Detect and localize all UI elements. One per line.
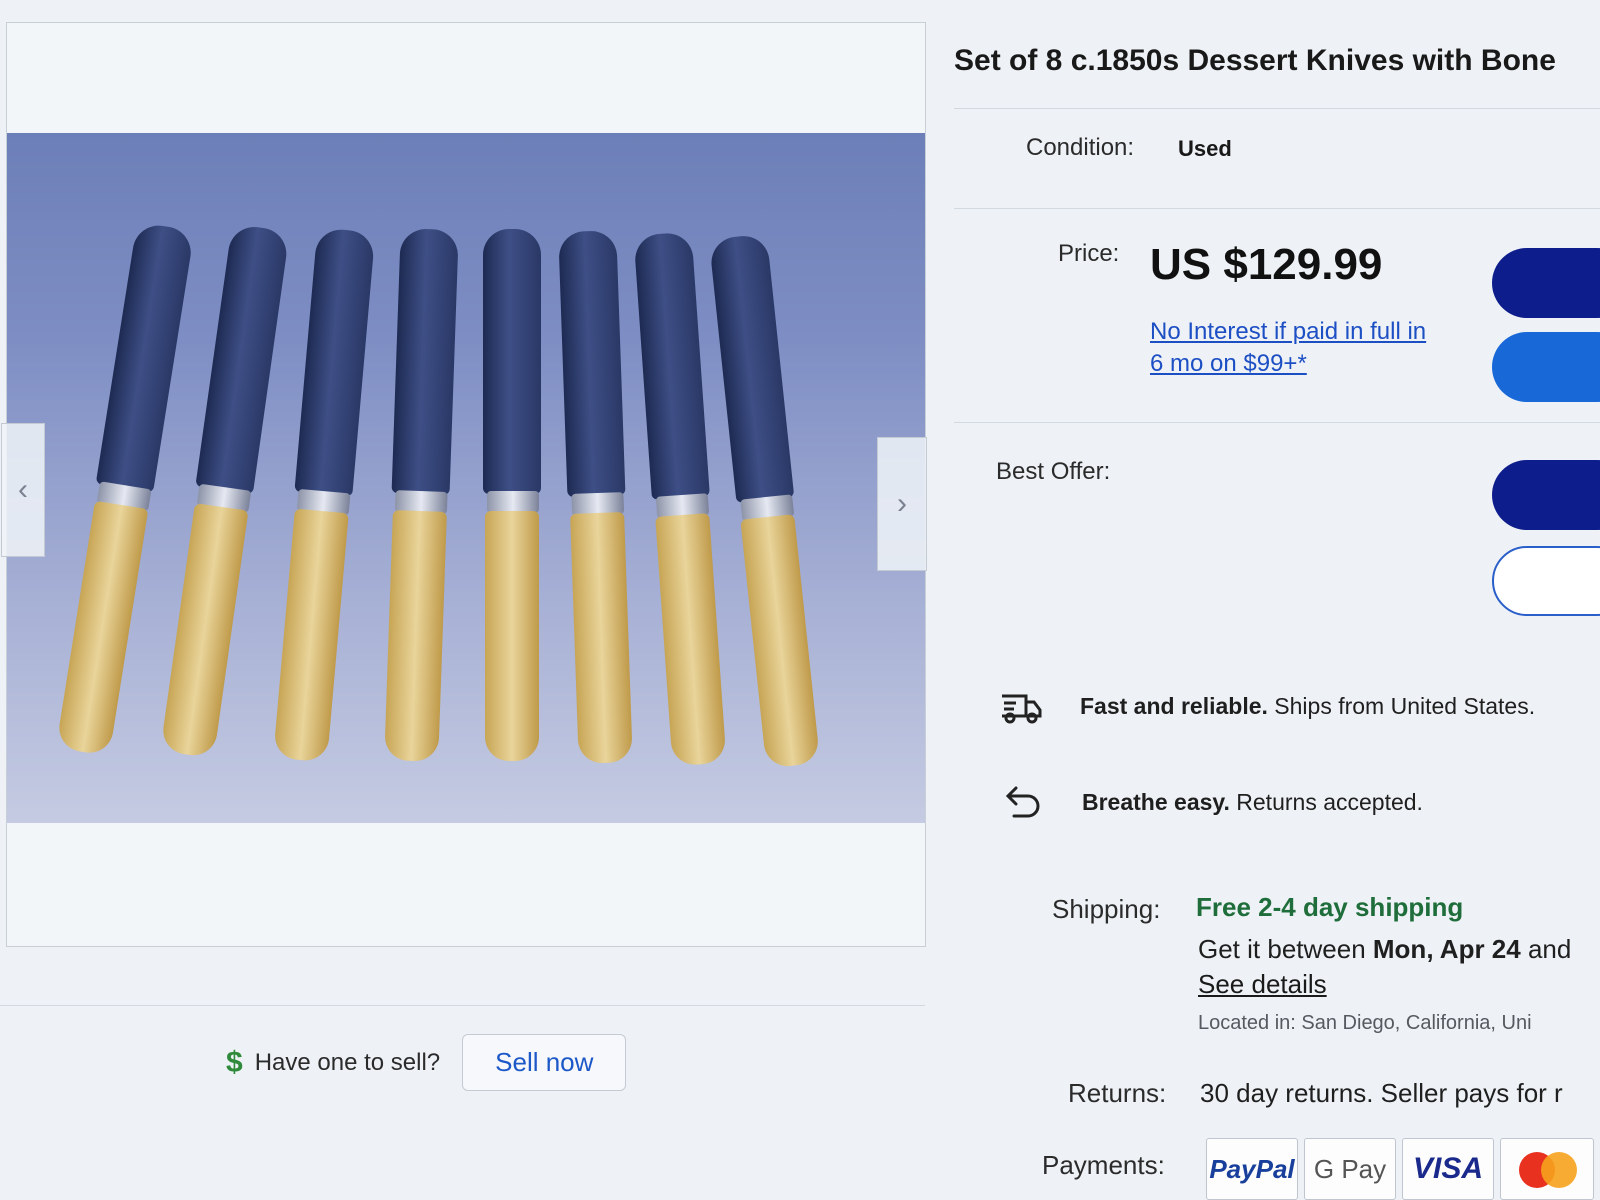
see-details-link[interactable]: See details xyxy=(1198,968,1327,1000)
shipping-label: Shipping: xyxy=(1052,894,1161,924)
price-label: Price: xyxy=(1058,240,1120,267)
divider xyxy=(954,422,1600,423)
buy-it-now-button[interactable] xyxy=(1492,248,1600,318)
truck-icon xyxy=(1002,694,1042,724)
paypal-logo: PayPal xyxy=(1206,1138,1298,1200)
condition-label: Condition: xyxy=(1026,134,1135,161)
dollar-icon: $ xyxy=(226,1045,243,1079)
divider xyxy=(954,108,1600,109)
sell-now-button[interactable]: Sell now xyxy=(462,1034,627,1091)
chevron-right-icon: › xyxy=(897,487,907,520)
condition-value: Used xyxy=(1178,136,1232,161)
make-offer-button[interactable] xyxy=(1492,460,1600,530)
sell-prompt: Have one to sell? xyxy=(254,1048,441,1076)
shipping-headline: Free 2-4 day shipping xyxy=(1196,892,1464,922)
price-value: US $129.99 xyxy=(1150,240,1383,289)
returns-value: 30 day returns. Seller pays for r xyxy=(1200,1078,1563,1108)
best-offer-label: Best Offer: xyxy=(996,458,1111,485)
mastercard-logo xyxy=(1500,1138,1594,1200)
financing-line-1: No Interest if paid in full in xyxy=(1150,318,1427,345)
fast-shipping-text: Fast and reliable. Ships from United Sta… xyxy=(1080,692,1536,719)
payments-label: Payments: xyxy=(1042,1150,1165,1180)
item-location: Located in: San Diego, California, Uni xyxy=(1198,1012,1532,1034)
image-gallery: ‹ › xyxy=(1,22,927,947)
previous-image-button[interactable]: ‹ xyxy=(1,423,45,557)
divider xyxy=(0,1005,925,1006)
financing-line-2: 6 mo on $99+* xyxy=(1150,350,1307,377)
product-photo[interactable] xyxy=(7,133,925,823)
divider xyxy=(954,208,1600,209)
visa-logo: VISA xyxy=(1402,1138,1494,1200)
watchlist-button[interactable] xyxy=(1492,546,1600,616)
knife-image xyxy=(477,229,547,789)
return-arrow-icon xyxy=(1005,786,1040,818)
returns-label: Returns: xyxy=(1068,1078,1167,1108)
add-to-cart-button[interactable] xyxy=(1492,332,1600,402)
google-pay-logo: G Pay xyxy=(1304,1138,1396,1200)
next-image-button[interactable]: › xyxy=(877,437,927,571)
knife-image xyxy=(552,230,642,792)
knife-image xyxy=(375,228,465,790)
returns-feature: Breathe easy. Returns accepted. xyxy=(1002,782,1423,822)
sell-one-row: $ Have one to sell? Sell now xyxy=(226,1034,627,1091)
delivery-estimate: Get it between Mon, Apr 24 and xyxy=(1198,934,1572,964)
financing-link[interactable]: No Interest if paid in full in 6 mo on $… xyxy=(1150,316,1426,380)
payment-methods: PayPal G Pay VISA xyxy=(1206,1138,1594,1200)
chevron-left-icon: ‹ xyxy=(18,473,28,506)
fast-shipping-feature: Fast and reliable. Ships from United Sta… xyxy=(1000,686,1535,726)
item-title: Set of 8 c.1850s Dessert Knives with Bon… xyxy=(954,44,1556,77)
returns-text: Breathe easy. Returns accepted. xyxy=(1082,788,1423,815)
